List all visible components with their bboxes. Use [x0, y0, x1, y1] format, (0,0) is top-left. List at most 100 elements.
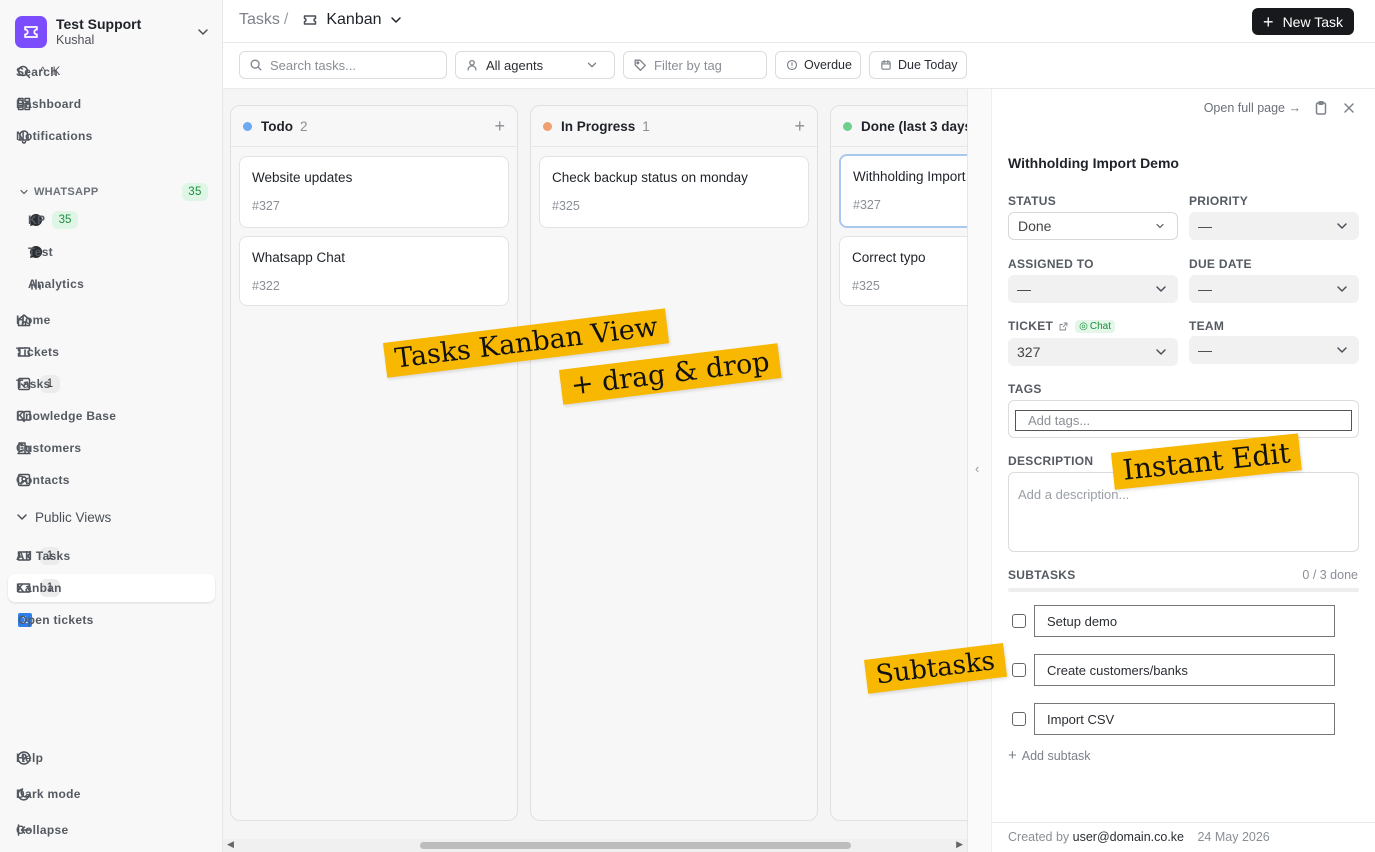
sidebar-item-tasks[interactable]: Tasks 1	[8, 370, 215, 398]
calendar-icon	[878, 57, 894, 73]
chevron-down-icon	[1153, 281, 1169, 297]
status-label: STATUS	[1008, 194, 1057, 208]
sidebar-item-label: Home	[16, 313, 51, 327]
task-card[interactable]: Check backup status on monday #325	[539, 156, 809, 228]
add-card-button[interactable]: +	[794, 117, 805, 135]
sidebar-item-all-tasks[interactable]: All Tasks 1	[8, 542, 215, 570]
open-full-page-link[interactable]: Open full page →	[1204, 101, 1301, 115]
whatsapp-count: 35	[182, 183, 208, 201]
card-title: Check backup status on monday	[552, 170, 748, 185]
add-subtask-button[interactable]: + Add subtask	[1008, 747, 1091, 764]
tags-input[interactable]: Add tags...	[1015, 410, 1352, 431]
task-card[interactable]: Website updates #327	[239, 156, 509, 228]
team-select[interactable]: —	[1189, 336, 1359, 364]
search-tasks-input[interactable]: Search tasks...	[239, 51, 447, 79]
sidebar-item-dark-mode[interactable]: Dark mode	[8, 780, 215, 808]
due-today-label: Due Today	[898, 58, 958, 72]
column-title: Todo	[261, 118, 293, 134]
panel-collapse-strip[interactable]: ‹	[968, 89, 992, 852]
task-card[interactable]: Whatsapp Chat #322	[239, 236, 509, 306]
tag-filter-input[interactable]: Filter by tag	[623, 51, 767, 79]
scroll-right-arrow[interactable]: ▶	[956, 839, 963, 850]
kanban-column-done[interactable]: Done (last 3 days) Withholding Import De…	[830, 105, 967, 821]
sidebar-item-customers[interactable]: Customers	[8, 434, 215, 462]
chevron-down-icon[interactable]	[388, 12, 404, 28]
sidebar-search[interactable]: Search ^ K	[8, 58, 215, 86]
plus-icon: +	[1263, 11, 1274, 32]
subtask-checkbox[interactable]	[1012, 712, 1026, 726]
subtask-input[interactable]: Create customers/banks	[1034, 654, 1335, 686]
due-date-select[interactable]: —	[1189, 275, 1359, 303]
team-label: TEAM	[1189, 319, 1225, 333]
task-card[interactable]: Correct typo #325	[839, 236, 967, 306]
created-date: 24 May 2026	[1197, 830, 1270, 844]
sidebar-item-collapse[interactable]: Collapse	[8, 816, 215, 844]
clipboard-icon[interactable]	[1313, 100, 1329, 116]
kp-count: 35	[52, 211, 78, 229]
status-select[interactable]: Done	[1008, 212, 1178, 240]
kanban-column-todo[interactable]: Todo 2 + Website updates #327 Whatsapp C…	[230, 105, 518, 821]
close-icon[interactable]	[1341, 100, 1357, 116]
board-horizontal-scrollbar[interactable]: ◀ ▶	[223, 839, 967, 852]
sidebar-item-home[interactable]: Home	[8, 306, 215, 334]
due-today-filter-button[interactable]: Due Today	[869, 51, 967, 79]
task-card-selected[interactable]: Withholding Import Demo #327	[839, 154, 967, 228]
sidebar-item-dashboard[interactable]: Dashboard	[8, 90, 215, 118]
sidebar-item-tickets[interactable]: Tickets	[8, 338, 215, 366]
sidebar-item-kp[interactable]: KP 35	[8, 206, 215, 234]
top-bar: Tasks / Kanban + New Task	[223, 0, 1375, 43]
column-count: 2	[299, 118, 308, 134]
kanban-column-in-progress[interactable]: In Progress 1 + Check backup status on m…	[530, 105, 818, 821]
sidebar-item-open-tickets[interactable]: 1 Open tickets	[8, 606, 215, 634]
filter-bar: Search tasks... All agents Filter by tag…	[223, 43, 1375, 89]
subtask-row: Setup demo	[1012, 605, 1335, 637]
sidebar-item-knowledge-base[interactable]: Knowledge Base	[8, 402, 215, 430]
new-task-label: New Task	[1282, 13, 1343, 30]
description-input[interactable]: Add a description...	[1008, 472, 1359, 552]
agents-value: All agents	[486, 57, 544, 73]
breadcrumb-current[interactable]: Kanban	[326, 11, 381, 29]
whatsapp-section-header[interactable]: WHATSAPP 35	[16, 183, 208, 201]
subtask-input[interactable]: Import CSV	[1034, 703, 1335, 735]
ticket-select[interactable]: 327	[1008, 338, 1178, 366]
new-task-button[interactable]: + New Task	[1252, 8, 1354, 35]
agents-select[interactable]: All agents	[455, 51, 615, 79]
status-dot	[543, 121, 552, 131]
external-link-icon[interactable]	[1057, 320, 1069, 332]
subtask-checkbox[interactable]	[1012, 663, 1026, 677]
chevron-down-icon	[14, 509, 30, 525]
overdue-filter-button[interactable]: Overdue	[775, 51, 861, 79]
task-title[interactable]: Withholding Import Demo	[1008, 155, 1179, 171]
created-by-user: user@domain.co.ke	[1072, 830, 1184, 844]
assigned-to-select[interactable]: —	[1008, 275, 1178, 303]
sidebar-item-contacts[interactable]: Contacts	[8, 466, 215, 494]
priority-select[interactable]: —	[1189, 212, 1359, 240]
sidebar-item-label: Open tickets	[18, 613, 94, 627]
scroll-left-arrow[interactable]: ◀	[227, 839, 234, 850]
plus-icon: +	[1008, 747, 1017, 764]
sidebar-item-test[interactable]: Test	[8, 238, 215, 266]
sidebar-item-help[interactable]: Help	[8, 744, 215, 772]
breadcrumb-separator: /	[283, 11, 289, 28]
card-title: Whatsapp Chat	[252, 250, 346, 265]
ticket-label-row: TICKET ◎ Chat	[1008, 319, 1115, 333]
team-value: —	[1198, 342, 1212, 358]
add-card-button[interactable]: +	[494, 117, 505, 135]
scrollbar-thumb[interactable]	[420, 842, 851, 849]
breadcrumb-root[interactable]: Tasks	[239, 11, 280, 29]
public-views-header[interactable]: Public Views	[14, 509, 111, 525]
subtask-input[interactable]: Setup demo	[1034, 605, 1335, 637]
sidebar-item-kanban[interactable]: Kanban 1	[8, 574, 215, 602]
card-id: #325	[552, 199, 580, 213]
sidebar-item-analytics[interactable]: Analytics	[8, 270, 215, 298]
sidebar-item-notifications[interactable]: Notifications	[8, 122, 215, 150]
column-title: Done (last 3 days)	[861, 118, 967, 134]
search-icon	[248, 57, 264, 73]
panel-toolbar: Open full page →	[1204, 100, 1357, 116]
assigned-to-label: ASSIGNED TO	[1008, 257, 1094, 271]
chat-badge[interactable]: ◎ Chat	[1075, 319, 1115, 333]
subtasks-progress-bar	[1008, 588, 1359, 592]
workspace-switcher[interactable]: Test Support Kushal	[15, 16, 211, 48]
description-label: DESCRIPTION	[1008, 454, 1094, 468]
subtask-checkbox[interactable]	[1012, 614, 1026, 628]
